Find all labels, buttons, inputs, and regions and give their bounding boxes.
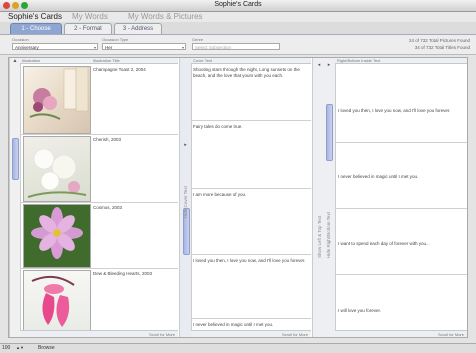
genre-input[interactable]: Select Subsection [192, 43, 280, 50]
arrow-left-icon[interactable]: ◂ [315, 62, 323, 68]
pictures-found-count: 24 of 732 Total Pictures Found [409, 38, 470, 43]
hide-right-bottom-text-label[interactable]: Hide Right/Bottom Text [326, 212, 331, 258]
cover-text-1[interactable]: Shooting stars through the night, Long s… [193, 67, 309, 79]
illustration-scrollbar[interactable]: ▲ [9, 58, 21, 337]
nav-my-words[interactable]: My Words [72, 12, 108, 21]
cover-toggle-bar[interactable]: ▸ Hide Cover Text [179, 58, 192, 337]
row-divider [191, 254, 311, 255]
illustration-bleeding-hearts[interactable] [23, 270, 91, 332]
row-divider [191, 188, 311, 189]
cover-text-2[interactable]: Fairy tales do come true. [193, 124, 309, 130]
illustration-white-roses[interactable] [23, 136, 91, 202]
window-title-bar: Sophie's Cards [0, 0, 476, 12]
occasion-value: Anniversary [15, 45, 39, 50]
step-tabs: 1 - Choose 2 - Format 3 - Address [0, 22, 476, 35]
inside-text-1[interactable]: I loved you then, I love you now, and I'… [338, 108, 464, 114]
illustration-title-2[interactable]: Cherish, 2003 [93, 137, 173, 143]
inside-scroll-more[interactable]: Scroll for More [335, 330, 467, 337]
window-title: Sophie's Cards [214, 1, 262, 8]
nav-my-words-pictures[interactable]: My Words & Pictures [128, 12, 203, 21]
scroll-thumb[interactable] [12, 138, 19, 180]
nav-sophies-cards[interactable]: Sophie's Cards [8, 12, 62, 21]
chevron-down-icon: ▾ [93, 45, 96, 50]
inside-text-2[interactable]: I never believed in magic until I met yo… [338, 174, 464, 180]
inside-text-header: Right/Bottom Inside Text [335, 58, 467, 64]
occasion-select[interactable]: Anniversary ▾ [12, 43, 98, 50]
genre-label: Genre [192, 37, 204, 42]
row-divider [20, 134, 178, 135]
illustration-title-4[interactable]: Dew & Bleeding Hearts, 2003 [93, 271, 173, 277]
row-divider [335, 208, 467, 209]
zoom-stepper-icon[interactable]: ▲▼ [16, 345, 24, 350]
occasion-type-value: Her [105, 45, 113, 50]
inside-toggle-bar[interactable]: ◂ ▸ Show Left & Top Text Hide Right/Bott… [312, 58, 336, 337]
row-divider [335, 274, 467, 275]
tab-address[interactable]: 3 - Address [114, 23, 162, 34]
row-divider [20, 202, 178, 203]
chevron-down-icon: ▾ [181, 45, 184, 50]
illustration-title-header: Illustration Title [91, 58, 178, 64]
mode-indicator[interactable]: Browse [38, 345, 55, 351]
illustration-pink-cosmos[interactable] [23, 204, 91, 268]
illustration-scroll-more[interactable]: Scroll for More [20, 330, 178, 337]
occasion-label: Occasion [12, 37, 29, 42]
illustration-champagne-roses[interactable] [23, 66, 91, 134]
occasion-type-select[interactable]: Her ▾ [102, 43, 186, 50]
zoom-level[interactable]: 100 [2, 345, 10, 351]
cover-text-header: Cover Text [191, 58, 311, 64]
illustration-title-3[interactable]: Cosmos, 2003 [93, 205, 173, 211]
cover-text-4[interactable]: I loved you then, I love you now, and I'… [193, 258, 309, 264]
inside-text-4[interactable]: I will love you forever. [338, 308, 464, 314]
tab-format[interactable]: 2 - Format [64, 23, 112, 34]
inside-scroll-thumb[interactable] [326, 104, 333, 161]
cards-browser-panel: ▲ Illustration Illustration Title Champa… [8, 57, 468, 338]
titles-found-count: 34 of 732 Total Titles Found [414, 45, 470, 50]
tab-choose[interactable]: 1 - Choose [10, 23, 62, 34]
arrow-right-icon[interactable]: ▸ [325, 62, 333, 68]
row-divider [20, 268, 178, 269]
illustration-header: Illustration [20, 58, 91, 64]
arrow-right-icon[interactable]: ▸ [181, 142, 190, 148]
show-left-top-text-label[interactable]: Show Left & Top Text [317, 216, 322, 258]
row-divider [335, 142, 467, 143]
app-nav-bar: Sophie's Cards My Words My Words & Pictu… [0, 12, 476, 22]
filter-bar: Occasion Anniversary ▾ Occasion Type Her… [0, 35, 476, 55]
row-divider [191, 318, 311, 319]
inside-text-3[interactable]: I want to spend each day of forever with… [338, 241, 464, 247]
illustration-title-1[interactable]: Champagne Toast 2, 2004 [93, 67, 173, 73]
scroll-up-icon[interactable]: ▲ [10, 58, 20, 64]
occasion-type-label: Occasion Type [102, 37, 129, 42]
cover-text-3[interactable]: I am more because of you. [193, 192, 309, 198]
row-divider [191, 120, 311, 121]
cover-text-5[interactable]: I never believed in magic until I met yo… [193, 322, 309, 328]
cover-scroll-more[interactable]: Scroll for More [191, 330, 311, 337]
hide-cover-text-label[interactable]: Hide Cover Text [183, 186, 188, 218]
